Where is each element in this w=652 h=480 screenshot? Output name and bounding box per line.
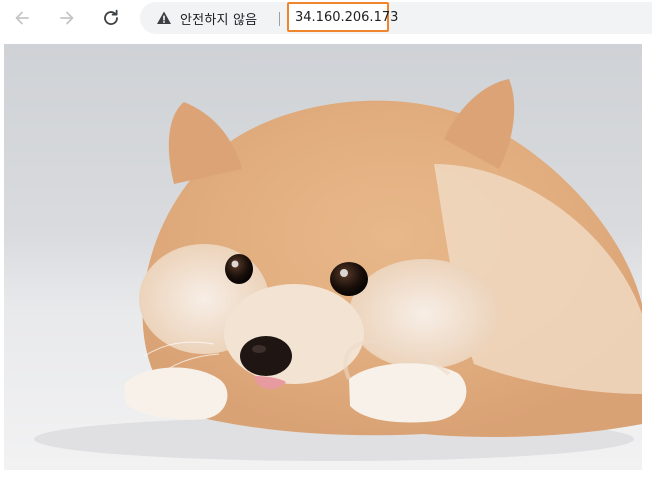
url-text[interactable]: 34.160.206.173	[295, 10, 398, 25]
reload-button[interactable]	[97, 4, 125, 32]
arrow-right-icon	[58, 9, 76, 27]
omnibox-divider	[279, 12, 280, 26]
back-button[interactable]	[8, 4, 36, 32]
security-chip[interactable]: 안전하지 않음	[156, 2, 257, 34]
arrow-left-icon	[13, 9, 31, 27]
reload-icon	[101, 8, 121, 28]
browser-toolbar: 안전하지 않음 34.160.206.173	[0, 0, 652, 36]
page-content	[0, 36, 652, 480]
warning-triangle-icon	[156, 10, 172, 26]
url-highlight-box[interactable]: 34.160.206.173	[287, 2, 398, 32]
dog-photo	[4, 44, 642, 470]
pomeranian-dog-photo	[34, 79, 642, 461]
security-status-label: 안전하지 않음	[180, 12, 258, 28]
address-bar[interactable]: 안전하지 않음 34.160.206.173	[140, 2, 652, 34]
forward-button[interactable]	[53, 4, 81, 32]
